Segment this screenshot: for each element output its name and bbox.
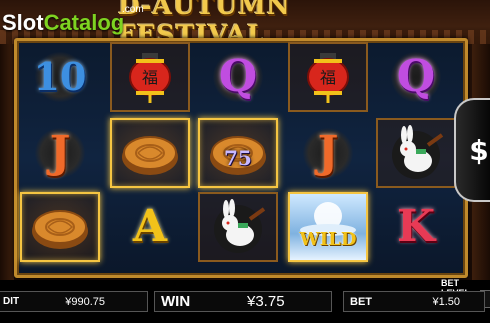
win-label: WIN bbox=[161, 293, 191, 310]
reel-1-row-3 bbox=[20, 192, 100, 262]
reel-5-row-1: Q bbox=[376, 43, 456, 111]
reel-5-row-2 bbox=[376, 118, 456, 188]
watermark-slot: Slot bbox=[2, 10, 44, 35]
line-win-amount: 75 bbox=[224, 146, 252, 170]
symbol-a: A bbox=[132, 201, 168, 252]
svg-text:福: 福 bbox=[142, 68, 158, 87]
dollar-icon: $ bbox=[469, 133, 489, 167]
lantern-icon: 福 bbox=[307, 53, 349, 103]
symbol-10: 10 bbox=[33, 54, 87, 99]
wild-symbol: WILD bbox=[288, 192, 368, 262]
reel-4-row-1: 福 bbox=[288, 42, 368, 112]
reel-1-row-1: 10 bbox=[20, 43, 100, 111]
rabbit-icon bbox=[214, 199, 266, 253]
credit-value: ¥990.75 bbox=[65, 295, 105, 308]
reel-2-row-2 bbox=[110, 118, 190, 188]
lantern-icon: 福 bbox=[129, 53, 171, 103]
wild-label: WILD bbox=[299, 229, 357, 250]
mooncake-icon bbox=[122, 136, 178, 175]
mooncake-icon bbox=[32, 210, 88, 249]
watermark-com: .com bbox=[122, 4, 144, 15]
win-value: ¥3.75 bbox=[247, 293, 285, 310]
reel-2-row-1: 福 bbox=[110, 42, 190, 112]
reel-3-row-3 bbox=[198, 192, 278, 262]
credit-panel: DIT ¥990.75 bbox=[0, 291, 148, 312]
winning-cell: 75 bbox=[198, 118, 278, 188]
left-pillar bbox=[0, 44, 14, 284]
symbol-q: Q bbox=[218, 51, 258, 102]
reel-4-row-2: J bbox=[288, 119, 368, 187]
spin-button[interactable]: $ bbox=[454, 98, 490, 202]
bet-value: ¥1.50 bbox=[432, 295, 460, 308]
game-title: D-AUTUMN FESTIVAL bbox=[118, 0, 291, 49]
reel-1-row-2: J bbox=[20, 119, 100, 187]
reel-3-row-1: Q bbox=[198, 43, 278, 111]
bet-label: BET bbox=[350, 295, 372, 308]
reel-5-row-3: K bbox=[376, 193, 456, 261]
watermark-logo: Slot Catalog .com bbox=[2, 4, 144, 40]
winning-cell bbox=[110, 118, 190, 188]
rabbit-icon bbox=[392, 125, 444, 179]
reel-2-row-3: A bbox=[110, 193, 190, 261]
reel-grid: 10 J 福 A Q 75 福 J WILD Q K bbox=[20, 42, 460, 267]
watermark-catalog: Catalog bbox=[43, 10, 125, 35]
winning-cell bbox=[20, 192, 100, 262]
win-panel: WIN ¥3.75 bbox=[154, 291, 332, 312]
credit-label: DIT bbox=[3, 296, 20, 307]
reel-4-row-3: WILD bbox=[288, 192, 368, 262]
symbol-k: K bbox=[396, 201, 436, 252]
symbol-q: Q bbox=[396, 51, 436, 102]
symbol-j: J bbox=[49, 127, 71, 178]
svg-text:福: 福 bbox=[320, 68, 336, 87]
bet-panel: BET ¥1.50 bbox=[343, 291, 485, 312]
reel-3-row-2: 75 bbox=[198, 118, 278, 188]
symbol-j: J bbox=[317, 127, 339, 178]
game-scene: D-AUTUMN FESTIVAL SlotCatalog .com 10 J bbox=[0, 0, 490, 323]
